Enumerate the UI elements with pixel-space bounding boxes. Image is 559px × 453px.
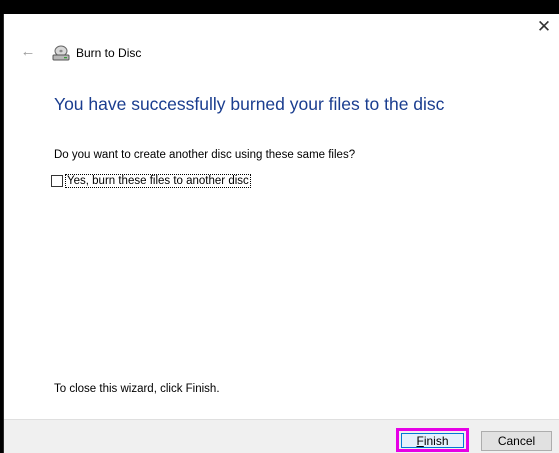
another-disc-question: Do you want to create another disc using…: [54, 149, 356, 161]
disc-drive-icon: [52, 45, 70, 61]
finish-button[interactable]: Finish: [401, 433, 464, 448]
wizard-footer: Finish Cancel: [4, 419, 559, 453]
wizard-title: Burn to Disc: [76, 46, 142, 60]
wizard-title-bar: Burn to Disc: [52, 43, 141, 63]
finish-label: inish: [423, 433, 449, 448]
burn-another-disc-checkbox[interactable]: [51, 175, 63, 187]
cancel-button[interactable]: Cancel: [481, 431, 552, 451]
success-heading: You have successfully burned your files …: [54, 94, 445, 114]
burn-another-disc-label[interactable]: Yes, burn these files to another disc: [65, 174, 251, 188]
close-wizard-instruction: To close this wizard, click Finish.: [54, 383, 220, 395]
finish-access-key: F: [416, 433, 424, 448]
burn-to-disc-dialog: ✕ ← Burn to Disc You have successfully b…: [3, 14, 559, 453]
back-arrow-icon[interactable]: ←: [18, 42, 38, 62]
close-icon[interactable]: ✕: [533, 16, 555, 38]
burn-another-disc-checkbox-row[interactable]: Yes, burn these files to another disc: [51, 174, 251, 188]
